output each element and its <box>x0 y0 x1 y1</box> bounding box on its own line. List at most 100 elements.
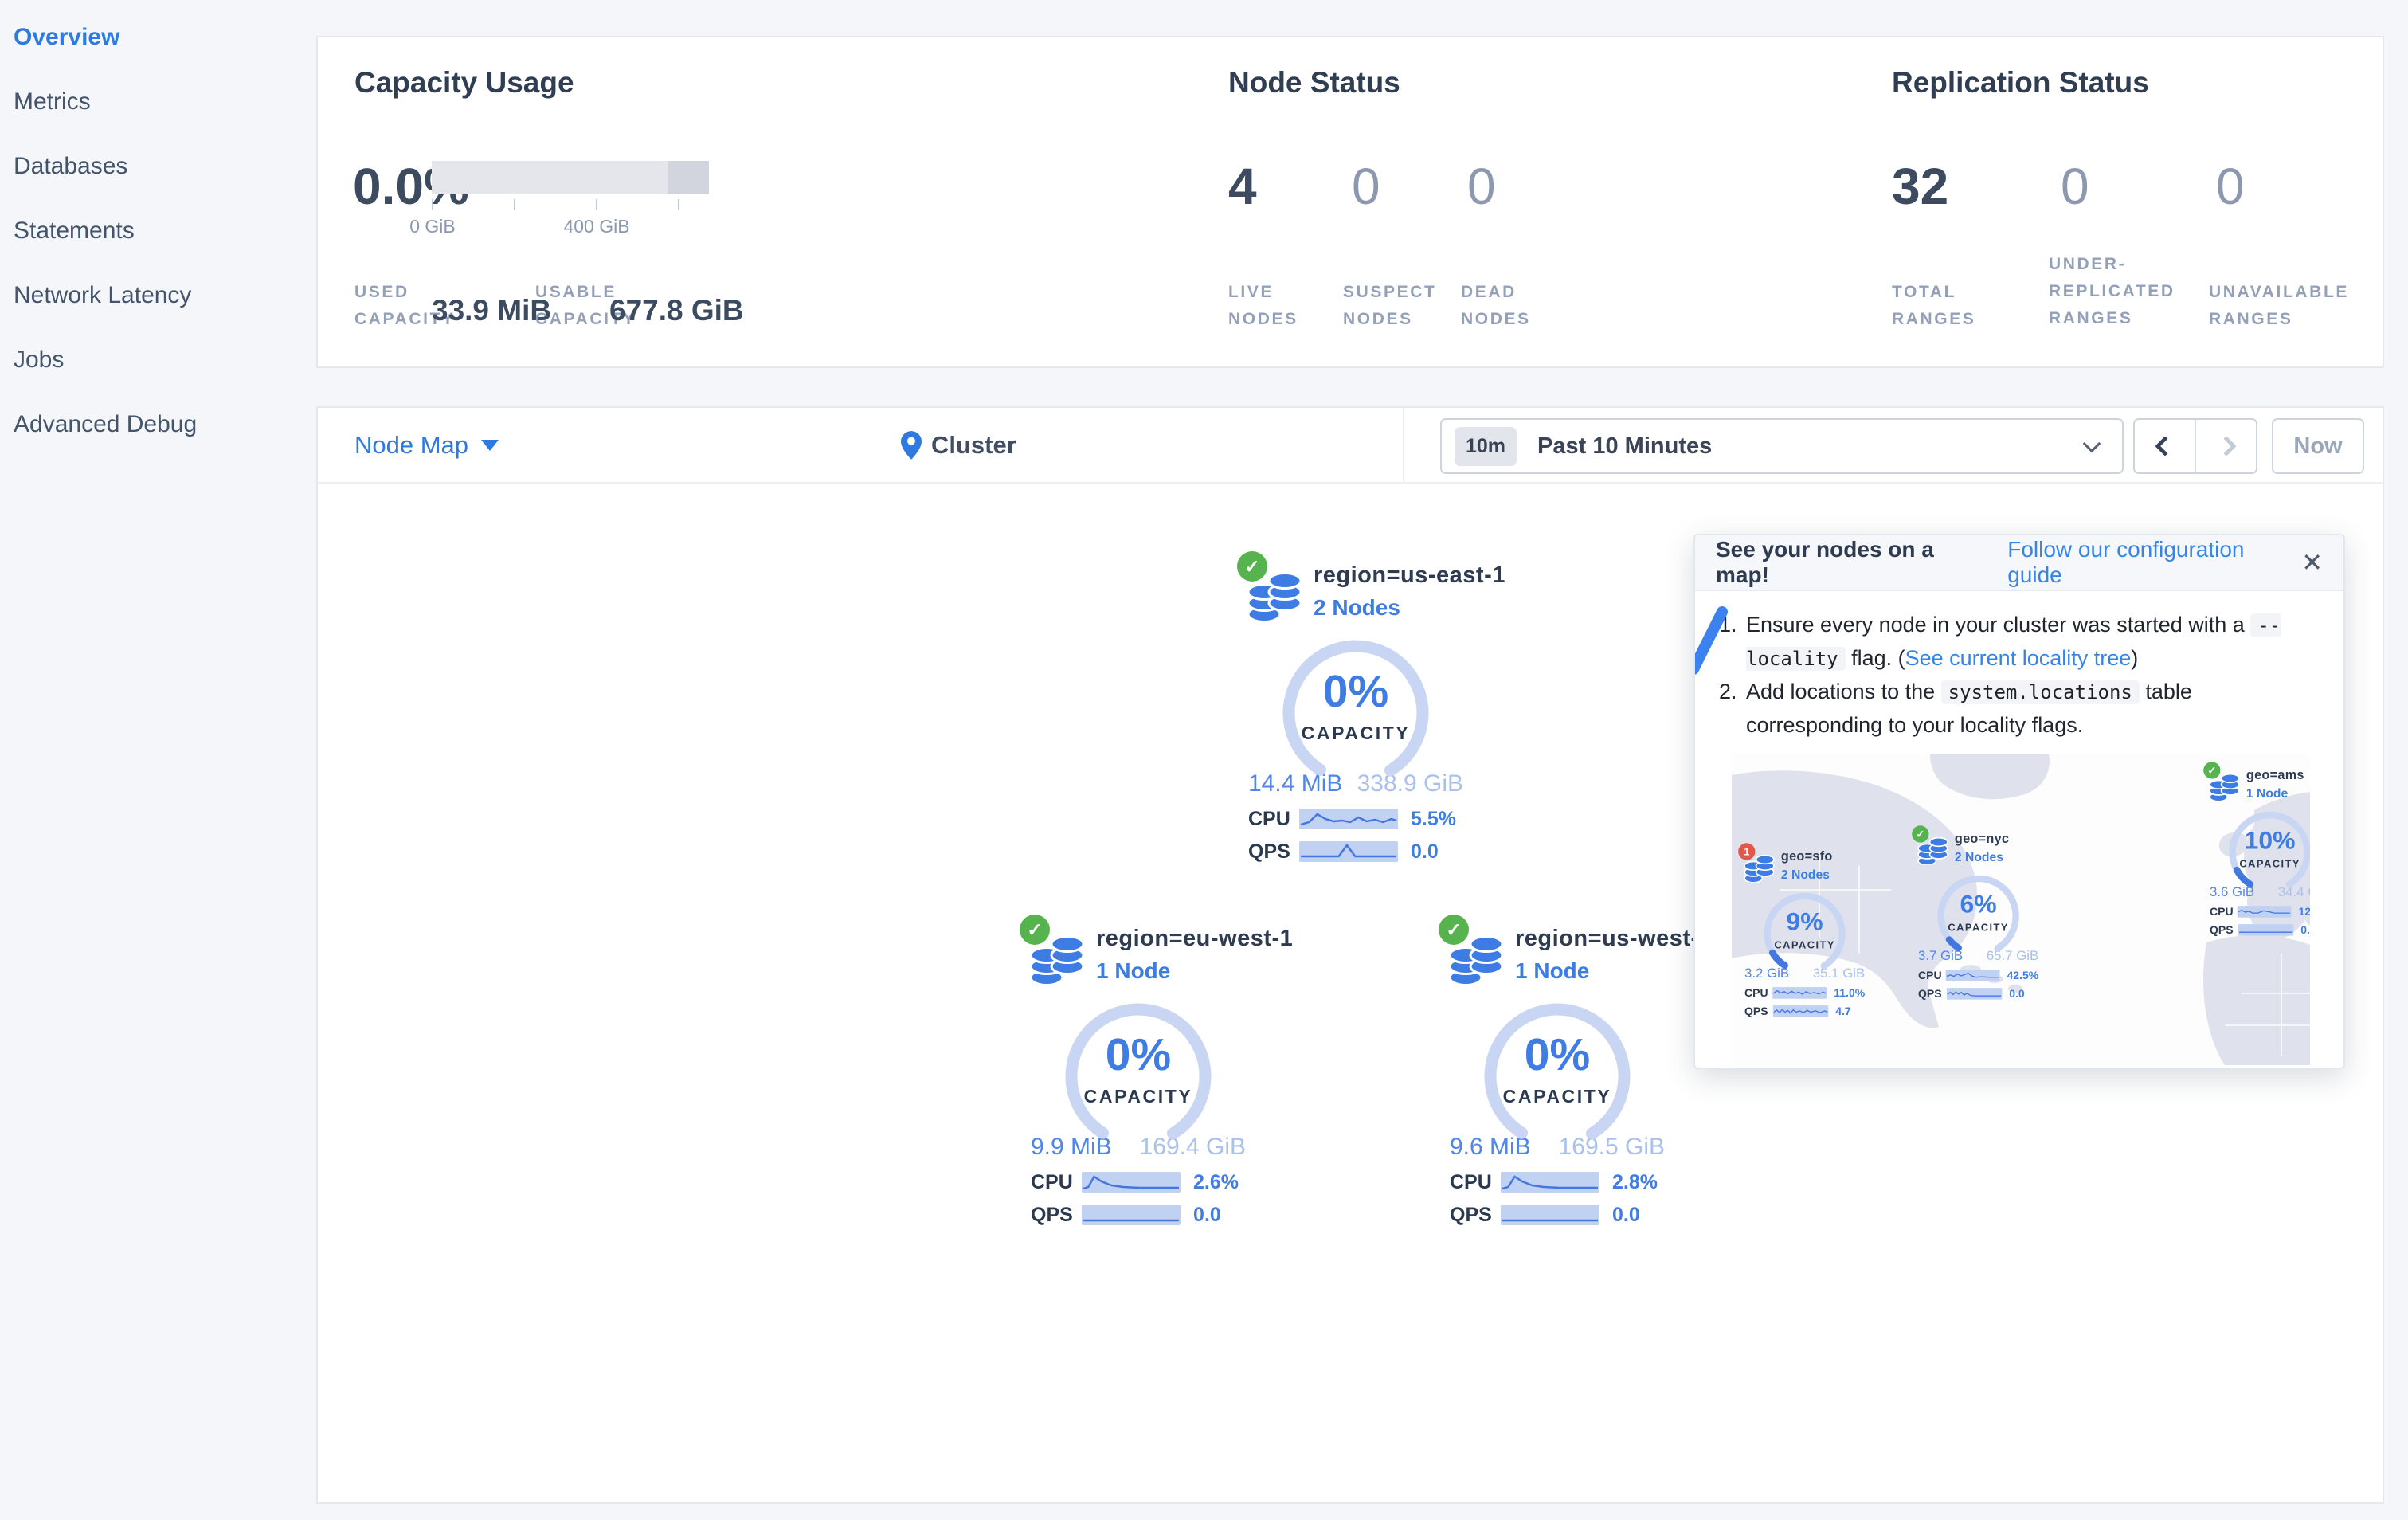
capacity-gauge: 9% CAPACITY <box>1760 889 1850 975</box>
cpu-sparkline <box>1501 1172 1599 1193</box>
suspect-nodes-value: 0 <box>1352 158 1380 215</box>
total-ranges-value: 32 <box>1892 158 1949 215</box>
used-capacity-value: 33.9 MiB <box>432 294 552 327</box>
qps-label: QPS <box>1450 1203 1492 1226</box>
capacity-gauge: 10% CAPACITY <box>2226 808 2310 894</box>
setup-step-2: 2. Add locations to the system.locations… <box>1719 676 2323 742</box>
setup-step-1: 1. Ensure every node in your cluster was… <box>1719 609 2323 676</box>
live-nodes-label: LIVE NODES <box>1228 283 1298 328</box>
cpu-label: CPU <box>1918 969 1942 981</box>
step-text: Add locations to the system.locations ta… <box>1746 676 2323 742</box>
region-card-us-west-1: ✓ region=us-west-1 1 Node 0% CAPACITY 9.… <box>1439 915 1713 1226</box>
popup-title: See your nodes on a map! <box>1716 537 1934 587</box>
example-node-map: 1 geo=sfo 2 Nodes 9% CAPACITY 3.2 GiB 35… <box>1732 754 2310 1065</box>
blue-check-icon <box>1695 606 1728 675</box>
cpu-value: 2.6% <box>1193 1170 1239 1193</box>
suspect-nodes-label: SUSPECT NODES <box>1343 283 1437 328</box>
sidebar-item-network-latency[interactable]: Network Latency <box>0 263 315 327</box>
capacity-gauge: 0% CAPACITY <box>1059 997 1218 1150</box>
unavailable-label: UNAVAILABLE RANGES <box>2209 283 2349 328</box>
configuration-guide-link[interactable]: Follow our configuration guide <box>2007 537 2301 588</box>
time-forward-button[interactable] <box>2195 420 2256 472</box>
step-text-segment: ) <box>2131 646 2139 670</box>
node-map-toolbar: Node Map Cluster 10m Past 10 Minutes Now <box>318 408 2383 484</box>
capacity-tick <box>432 199 433 210</box>
time-back-button[interactable] <box>2135 420 2195 472</box>
qps-label: QPS <box>1918 987 1942 1000</box>
node-map-card: Node Map Cluster 10m Past 10 Minutes Now… <box>316 406 2384 1504</box>
gauge-percent: 0% <box>1322 666 1389 717</box>
geo-card-ams: ✓ geo=ams 1 Node 10% CAPACITY 3.6 GiB 34… <box>2203 762 2310 936</box>
cpu-label: CPU <box>1744 986 1768 999</box>
region-nodes-link[interactable]: 1 Node <box>1515 958 1665 984</box>
capacity-bar <box>432 161 709 194</box>
popup-body: 1. Ensure every node in your cluster was… <box>1695 591 2343 1065</box>
status-warning-icon: 1 <box>1738 843 1756 860</box>
status-ok-icon: ✓ <box>1439 915 1469 945</box>
status-ok-icon: ✓ <box>2203 762 2221 779</box>
time-range-dropdown[interactable]: 10m Past 10 Minutes <box>1440 418 2124 474</box>
geo-name: geo=sfo <box>1780 849 1833 864</box>
qps-label: QPS <box>1744 1005 1768 1017</box>
cpu-value: 11.0% <box>1834 986 1866 999</box>
cpu-sparkline <box>1082 1172 1181 1193</box>
breadcrumb-label: Cluster <box>931 430 1016 459</box>
dead-nodes-value: 0 <box>1467 158 1496 215</box>
cpu-label: CPU <box>1248 807 1290 830</box>
qps-value: 0.0 <box>1193 1203 1221 1226</box>
cpu-label: CPU <box>2210 905 2234 918</box>
time-step-buttons <box>2133 418 2257 474</box>
capacity-tick-label-400: 400 GiB <box>563 216 630 237</box>
sidebar: Overview Metrics Databases Statements Ne… <box>0 0 315 1520</box>
time-range-badge: 10m <box>1455 426 1517 466</box>
sidebar-item-advanced-debug[interactable]: Advanced Debug <box>0 392 315 456</box>
close-icon[interactable]: ✕ <box>2301 547 2323 578</box>
chevron-down-icon <box>2082 434 2101 453</box>
sidebar-item-overview[interactable]: Overview <box>0 5 315 69</box>
geo-name: geo=ams <box>2246 768 2304 783</box>
qps-value: 0.0 <box>2300 923 2310 936</box>
region-name: region=us-west-1 <box>1515 926 1713 951</box>
gauge-percent: 0% <box>1105 1029 1172 1080</box>
cpu-value: 2.8% <box>1612 1170 1658 1193</box>
breadcrumb[interactable]: Cluster <box>901 408 1016 482</box>
cpu-value: 12.3% <box>2298 905 2310 918</box>
node-status-title: Node Status <box>1228 66 1400 99</box>
sidebar-item-jobs[interactable]: Jobs <box>0 327 315 392</box>
geo-nodes-link[interactable]: 1 Node <box>2246 786 2310 801</box>
region-nodes-link[interactable]: 2 Nodes <box>1314 595 1463 621</box>
step-text: Ensure every node in your cluster was st… <box>1746 609 2323 676</box>
sidebar-item-statements[interactable]: Statements <box>0 198 315 263</box>
step-text-segment: Add locations to the <box>1746 680 1941 703</box>
chevron-down-icon <box>481 439 499 451</box>
step-text-segment: Ensure every node in your cluster was st… <box>1746 613 2251 637</box>
capacity-usage-title: Capacity Usage <box>354 66 574 99</box>
node-map-setup-popup: See your nodes on a map! Follow our conf… <box>1693 534 2345 1069</box>
live-nodes-value: 4 <box>1228 158 1257 215</box>
qps-sparkline <box>1299 841 1398 862</box>
qps-value: 0.0 <box>1411 840 1439 863</box>
under-replicated-label: UNDER-REPLICATED RANGES <box>2049 255 2175 327</box>
view-mode-label: Node Map <box>354 430 469 459</box>
geo-nodes-link[interactable]: 2 Nodes <box>1955 850 2038 864</box>
geo-nodes-link[interactable]: 2 Nodes <box>1781 868 1865 882</box>
gauge-percent: 0% <box>1524 1029 1591 1080</box>
cpu-label: CPU <box>1031 1170 1073 1193</box>
time-range-label: Past 10 Minutes <box>1537 433 1713 459</box>
capacity-gauge: 0% CAPACITY <box>1478 997 1637 1150</box>
now-button[interactable]: Now <box>2272 418 2364 474</box>
qps-sparkline <box>1946 988 2003 1000</box>
region-nodes-link[interactable]: 1 Node <box>1096 958 1246 984</box>
sidebar-item-metrics[interactable]: Metrics <box>0 69 315 134</box>
sidebar-item-databases[interactable]: Databases <box>0 134 315 198</box>
gauge-percent: 9% <box>1786 907 1823 936</box>
total-ranges-label: TOTAL RANGES <box>1892 283 1976 328</box>
dead-nodes-label: DEAD NODES <box>1461 283 1531 328</box>
locality-tree-link[interactable]: See current locality tree <box>1905 646 2132 670</box>
view-mode-dropdown[interactable]: Node Map <box>354 408 499 482</box>
region-card-us-east-1: ✓ region=us-east-1 2 Nodes 0% CAPACITY 1… <box>1237 551 1505 863</box>
cpu-label: CPU <box>1450 1170 1492 1193</box>
under-replicated-value: 0 <box>2061 158 2089 215</box>
capacity-tick-label-0: 0 GiB <box>409 216 456 237</box>
qps-label: QPS <box>2210 923 2234 936</box>
